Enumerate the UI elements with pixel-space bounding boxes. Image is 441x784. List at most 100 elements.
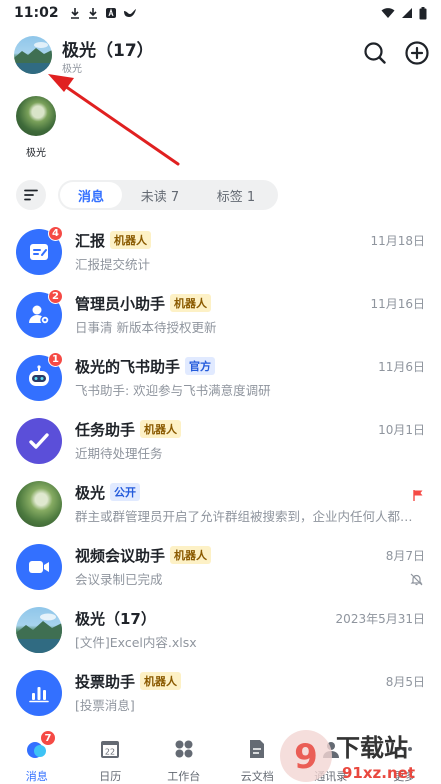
chat-name: 极光的飞书助手 官方 <box>75 356 216 377</box>
list-filter-icon <box>24 189 38 201</box>
tab-labels[interactable]: 标签 1 <box>198 182 274 208</box>
check-icon <box>16 418 62 464</box>
add-button[interactable] <box>404 40 430 66</box>
video-icon <box>16 544 62 590</box>
bird-icon <box>123 9 136 17</box>
chat-preview: 飞书助手: 欢迎参与飞书满意度调研 <box>75 383 271 398</box>
search-button[interactable] <box>362 40 388 66</box>
nav-label: 云文档 <box>240 770 274 783</box>
nav-workplace[interactable]: 工作台 <box>147 730 221 784</box>
page-title: 极光（17） <box>62 41 154 61</box>
bot-tag: 机器人 <box>140 420 182 438</box>
chat-row-public-group[interactable]: 极光公开 群主或群管理员开启了允许群组被搜索到，企业内任何人都可以搜索到该群组 <box>0 474 441 537</box>
status-notification-icons <box>69 7 137 19</box>
vote-icon <box>16 670 62 716</box>
tab-unread[interactable]: 未读 7 <box>122 182 198 208</box>
chat-name-text: 极光的飞书助手 <box>75 358 181 376</box>
chat-name: 投票助手 机器人 <box>75 671 182 692</box>
chat-preview: 群主或群管理员开启了允许群组被搜索到，企业内任何人都可以搜索到该群组 <box>75 509 415 524</box>
app-a-icon <box>105 8 116 18</box>
status-time: 11:02 <box>14 5 59 21</box>
bot-tag: 机器人 <box>170 294 212 312</box>
official-tag: 官方 <box>185 357 216 375</box>
nav-calendar[interactable]: 22 日历 <box>74 730 148 784</box>
contacts-icon <box>322 742 339 758</box>
chat-date: 11月6日 <box>378 360 425 374</box>
chat-name-text: 汇报 <box>75 232 106 250</box>
nav-label: 日历 <box>99 770 122 783</box>
chat-name: 管理员小助手 机器人 <box>75 293 212 314</box>
nav-badge: 7 <box>40 730 56 746</box>
nav-docs[interactable]: 云文档 <box>221 730 295 784</box>
filter-tabs: 消息 未读 7 标签 1 <box>58 180 278 210</box>
chat-row-group-17[interactable]: 极光（17） 2023年5月31日 [文件]Excel内容.xlsx <box>0 600 441 663</box>
bottom-nav: 7 消息 22 日历 工作台 云文档 通讯录 更多 <box>0 730 441 784</box>
download-icon <box>70 8 79 19</box>
profile-avatar[interactable] <box>14 36 52 74</box>
chat-row-feishu-assistant[interactable]: 1 极光的飞书助手 官方 11月6日 飞书助手: 欢迎参与飞书满意度调研 <box>0 348 441 411</box>
nav-label: 消息 <box>25 770 48 783</box>
nav-label: 通讯录 <box>314 770 348 783</box>
landscape-avatar <box>16 607 62 653</box>
chat-name: 任务助手 机器人 <box>75 419 182 440</box>
chat-date: 8月7日 <box>385 549 425 563</box>
story-avatar <box>16 96 56 136</box>
chat-row-vote-assistant[interactable]: 投票助手 机器人 8月5日 [投票消息] <box>0 663 441 726</box>
chat-date: 11月16日 <box>370 297 425 311</box>
chat-name: 极光（17） <box>75 608 156 629</box>
chat-name-text: 极光 <box>75 484 106 502</box>
unread-badge: 4 <box>48 226 63 241</box>
page-subtitle: 极光 <box>62 64 82 75</box>
chat-date: 8月5日 <box>385 675 425 689</box>
chat-name-text: 投票助手 <box>75 673 136 691</box>
tab-messages[interactable]: 消息 <box>60 182 122 208</box>
chat-preview: 汇报提交统计 <box>75 257 151 272</box>
status-system-icons <box>381 6 427 20</box>
chat-date: 10月1日 <box>378 423 425 437</box>
landscape-avatar-icon <box>14 42 52 74</box>
mute-bell-icon <box>410 571 423 590</box>
story-item[interactable]: 极光 <box>14 96 58 159</box>
unread-badge: 1 <box>48 352 63 367</box>
chat-preview: 近期待处理任务 <box>75 446 163 461</box>
chat-preview: [文件]Excel内容.xlsx <box>75 635 197 650</box>
signal-icon <box>402 8 412 18</box>
bot-tag: 机器人 <box>170 546 212 564</box>
flag-icon[interactable] <box>413 486 423 505</box>
unread-badge: 2 <box>48 289 63 304</box>
group-avatar <box>16 481 62 527</box>
calendar-icon: 22 <box>101 741 120 758</box>
bot-tag: 机器人 <box>110 231 152 249</box>
filter-bar: 消息 未读 7 标签 1 <box>14 180 434 212</box>
chat-name: 极光 公开 <box>75 482 141 503</box>
more-icon <box>396 747 413 751</box>
chat-row-admin-assistant[interactable]: 2 管理员小助手 机器人 11月16日 日事清 新版本待授权更新 <box>0 285 441 348</box>
nav-more[interactable]: 更多 <box>368 730 441 784</box>
chat-name: 汇报 机器人 <box>75 230 152 251</box>
chat-name: 视频会议助手 机器人 <box>75 545 212 566</box>
nav-label: 更多 <box>393 770 416 783</box>
chat-preview: [投票消息] <box>75 698 135 713</box>
nav-messages[interactable]: 7 消息 <box>0 730 74 784</box>
plus-circle-icon <box>405 41 429 65</box>
nav-contacts[interactable]: 通讯录 <box>294 730 368 784</box>
nav-label: 工作台 <box>167 770 201 783</box>
chat-date: 11月18日 <box>370 234 425 248</box>
chat-name-text: 极光（17） <box>75 610 156 628</box>
chat-name-text: 任务助手 <box>75 421 136 439</box>
battery-icon <box>419 6 427 19</box>
chat-header: 极光（17） 极光 <box>0 30 441 82</box>
bot-tag: 机器人 <box>140 672 182 690</box>
grid-icon <box>175 740 193 758</box>
filter-menu-button[interactable] <box>16 180 46 210</box>
chat-row-video-meeting[interactable]: 视频会议助手 机器人 8月7日 会议录制已完成 <box>0 537 441 600</box>
chat-name-text: 视频会议助手 <box>75 547 166 565</box>
search-icon <box>364 42 386 64</box>
chat-name-text: 管理员小助手 <box>75 295 166 313</box>
chat-row-task-assistant[interactable]: 任务助手 机器人 10月1日 近期待处理任务 <box>0 411 441 474</box>
story-name: 极光 <box>26 148 46 159</box>
chat-list: 4 汇报 机器人 11月18日 汇报提交统计 2 管理员小助手 机器人 11月16日… <box>0 222 441 726</box>
chat-row-report[interactable]: 4 汇报 机器人 11月18日 汇报提交统计 <box>0 222 441 285</box>
download-icon <box>88 8 97 19</box>
svg-text:22: 22 <box>105 748 115 757</box>
